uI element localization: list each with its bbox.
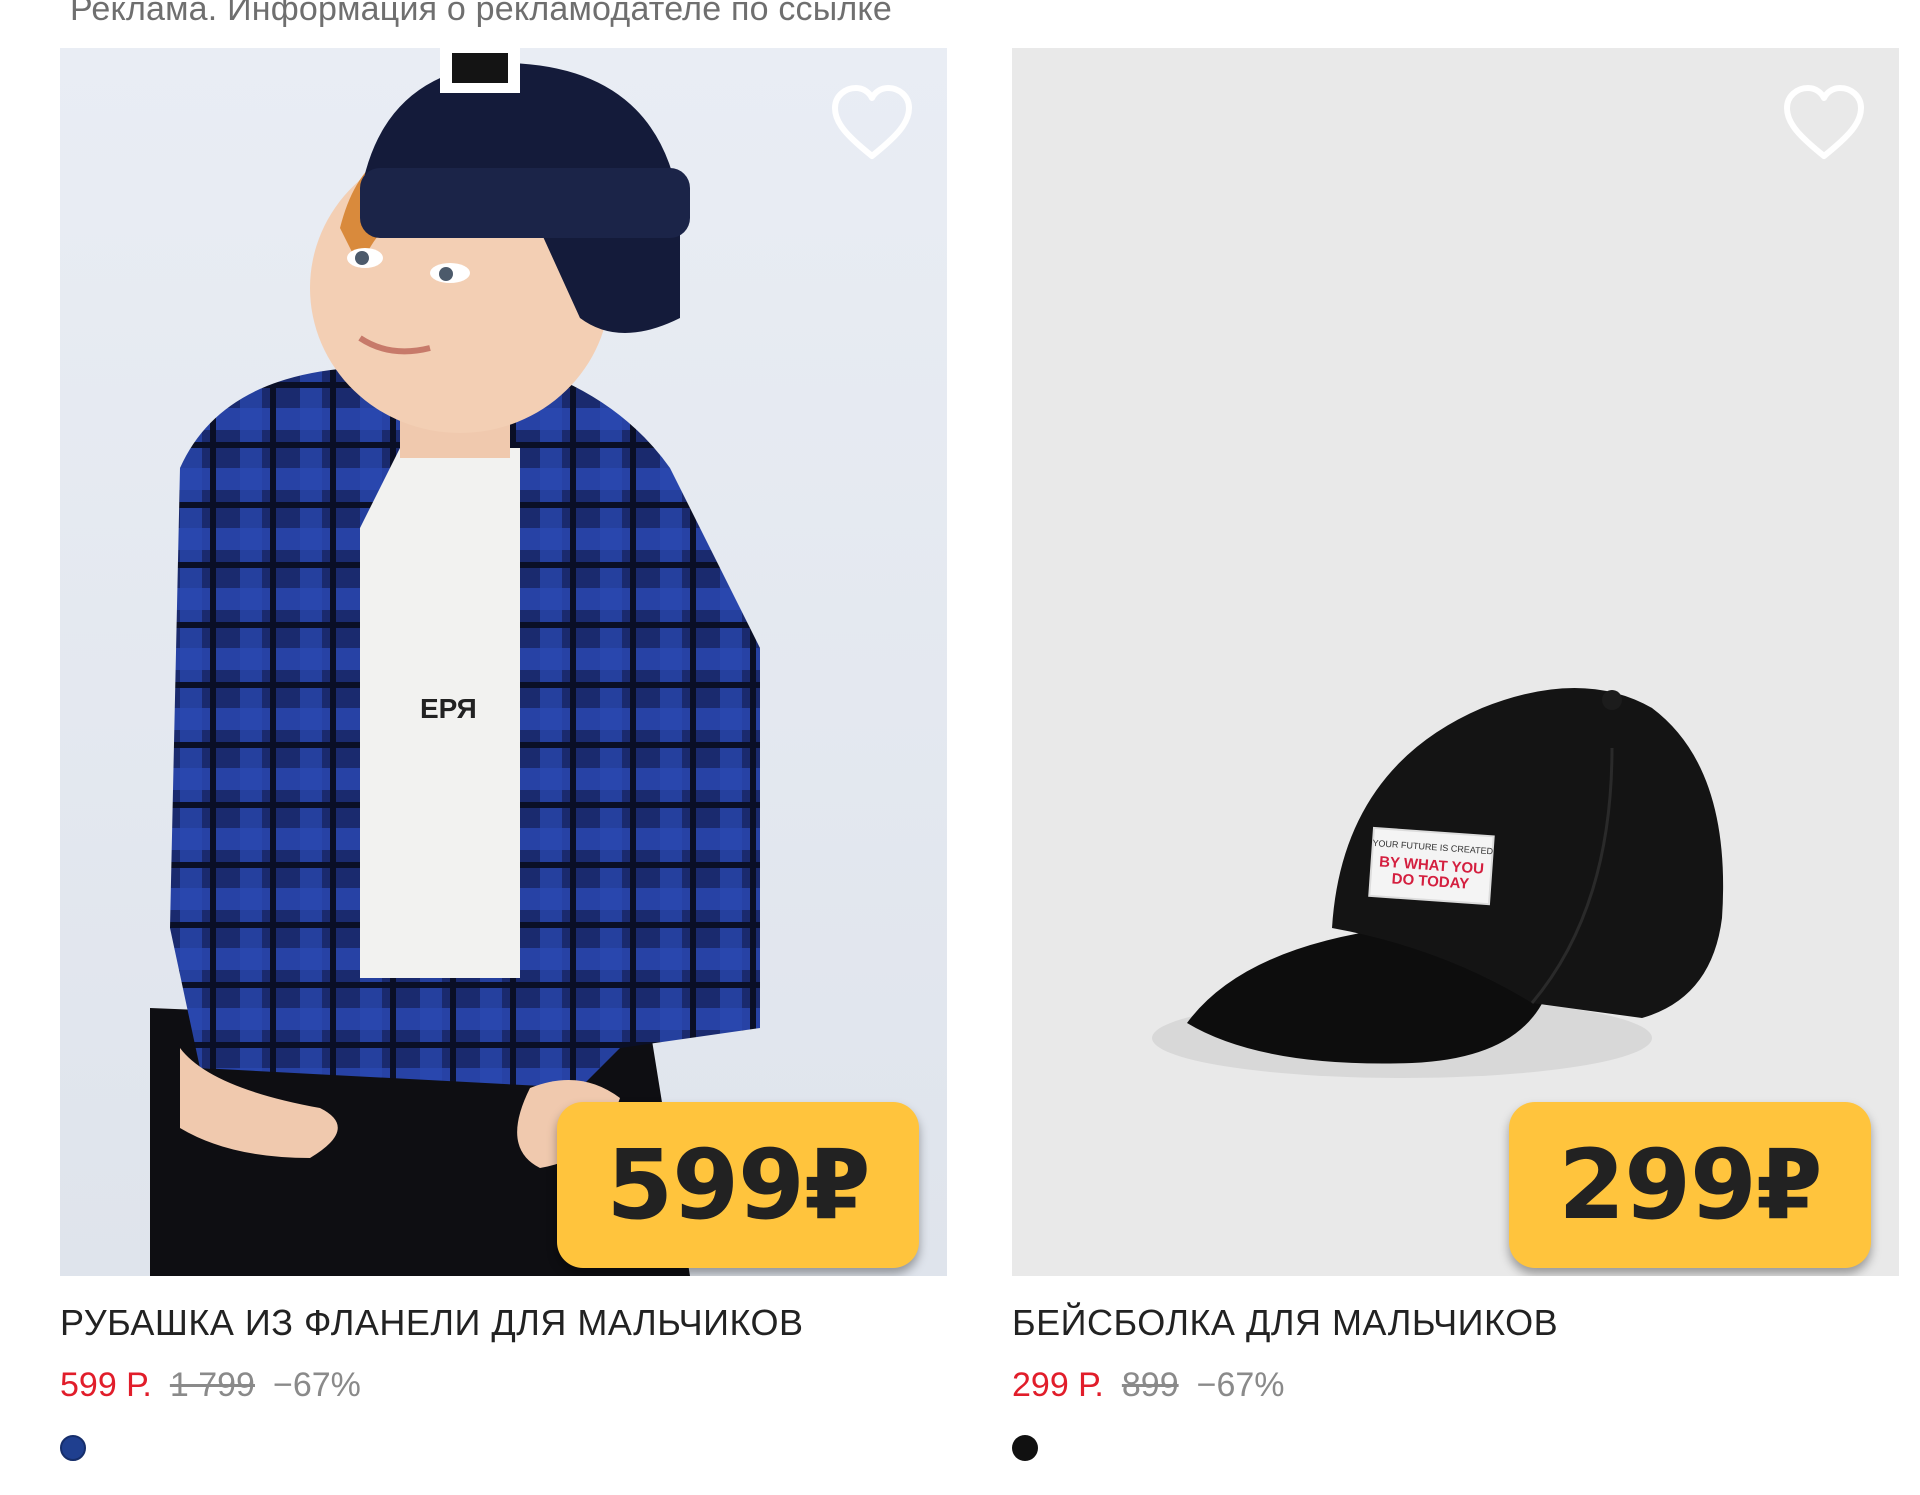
color-swatch-navy[interactable] bbox=[60, 1435, 86, 1461]
old-price: 1 799 bbox=[169, 1366, 255, 1404]
favorite-button[interactable] bbox=[827, 78, 917, 168]
product-card-shirt[interactable]: ЕРЯ 599₽ РУБАШКА ИЗ ФЛАНЕЛИ ДЛЯ МАЛЬЧИКО… bbox=[60, 48, 947, 1461]
svg-text:ЕРЯ: ЕРЯ bbox=[420, 693, 477, 724]
black-baseball-cap-photo: YOUR FUTURE IS CREATED BY WHAT YOU DO TO… bbox=[1012, 48, 1899, 1276]
heart-outline-icon bbox=[832, 85, 912, 159]
ad-notice[interactable]: Реклама. Информация о рекламодателе по с… bbox=[70, 0, 892, 29]
heart-outline-icon bbox=[1784, 85, 1864, 159]
discount-label: −67% bbox=[272, 1366, 361, 1404]
color-swatch-black[interactable] bbox=[1012, 1435, 1038, 1461]
price-row: 599 Р. 1 799 −67% bbox=[60, 1366, 947, 1405]
price-row: 299 Р. 899 −67% bbox=[1012, 1366, 1899, 1405]
current-price: 599 Р. bbox=[60, 1366, 152, 1404]
favorite-button[interactable] bbox=[1779, 78, 1869, 168]
old-price: 899 bbox=[1121, 1366, 1179, 1404]
discount-label: −67% bbox=[1196, 1366, 1285, 1404]
current-price: 299 Р. bbox=[1012, 1366, 1104, 1404]
product-image-shirt[interactable]: ЕРЯ 599₽ bbox=[60, 48, 947, 1276]
boy-in-flannel-shirt-photo: ЕРЯ bbox=[60, 48, 947, 1276]
price-badge: 599₽ bbox=[557, 1102, 919, 1268]
product-title[interactable]: БЕЙСБОЛКА ДЛЯ МАЛЬЧИКОВ bbox=[1012, 1302, 1899, 1344]
product-title[interactable]: РУБАШКА ИЗ ФЛАНЕЛИ ДЛЯ МАЛЬЧИКОВ bbox=[60, 1302, 947, 1344]
price-badge: 299₽ bbox=[1509, 1102, 1871, 1268]
product-card-cap[interactable]: YOUR FUTURE IS CREATED BY WHAT YOU DO TO… bbox=[1012, 48, 1899, 1461]
product-image-cap[interactable]: YOUR FUTURE IS CREATED BY WHAT YOU DO TO… bbox=[1012, 48, 1899, 1276]
